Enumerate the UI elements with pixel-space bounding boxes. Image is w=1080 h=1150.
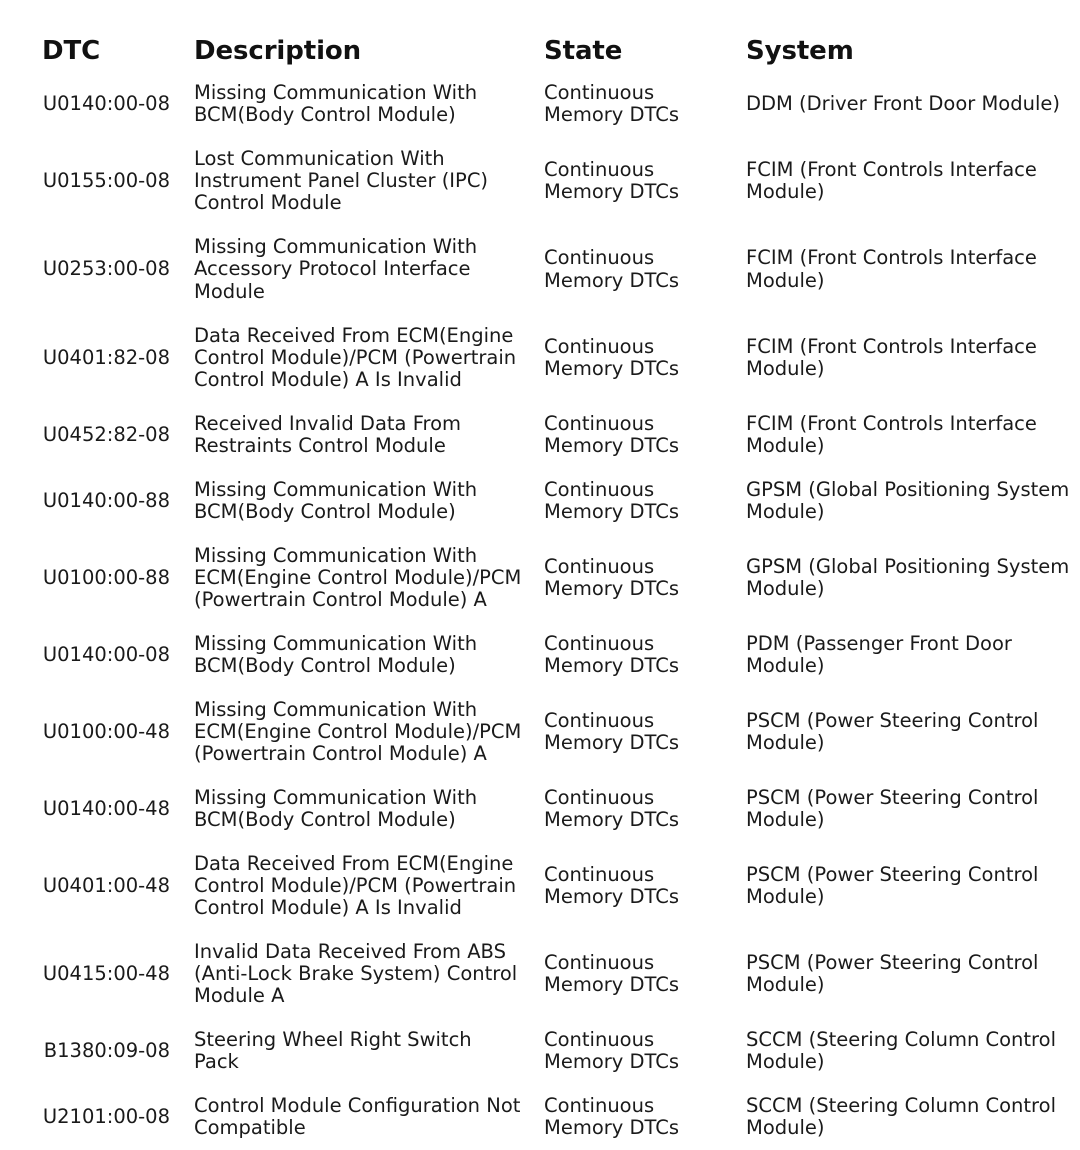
cell-description: Missing Communication With BCM(Body Cont… [194, 477, 478, 523]
cell-system: GPSM (Global Positioning System Module) [746, 477, 1070, 523]
column-header-state: State [544, 36, 623, 66]
table-header-row: DTC Description State System [0, 0, 1080, 71]
cell-system: FCIM (Front Controls Interface Module) [746, 158, 1037, 204]
cell-state: Continuous Memory DTCs [544, 81, 680, 127]
cell-description: Missing Communication With Accessory Pro… [194, 235, 478, 303]
cell-system: FCIM (Front Controls Interface Module) [746, 411, 1037, 457]
cell-system: SCCM (Steering Column Control Module) [746, 1094, 1056, 1140]
cell-dtc: U0100:00-48 [42, 719, 170, 743]
cell-description: Missing Communication With BCM(Body Cont… [194, 631, 478, 677]
column-header-description: Description [194, 36, 362, 66]
cell-state: Continuous Memory DTCs [544, 863, 680, 909]
table-row: U0401:00-48 Data Received From ECM(Engine… [0, 842, 1080, 930]
table-row: U0140:00-08 Missing Communication With BC… [0, 622, 1080, 688]
cell-description: Data Received From ECM(Engine Control Mo… [194, 323, 517, 391]
cell-description: Lost Communication With Instrument Panel… [194, 147, 489, 215]
cell-state: Continuous Memory DTCs [544, 554, 680, 600]
cell-dtc: U0100:00-88 [42, 565, 170, 589]
cell-system: DDM (Driver Front Door Module) [746, 92, 1060, 116]
cell-description: Control Module Configuration Not Compati… [194, 1094, 521, 1140]
cell-system: SCCM (Steering Column Control Module) [746, 1028, 1056, 1074]
cell-state: Continuous Memory DTCs [544, 786, 680, 832]
cell-dtc: U0140:00-08 [42, 642, 170, 666]
cell-system: PSCM (Power Steering Control Module) [746, 708, 1039, 754]
cell-system: GPSM (Global Positioning System Module) [746, 554, 1070, 600]
cell-dtc: B1380:09-08 [43, 1039, 170, 1063]
table-row: U0100:00-88 Missing Communication With EC… [0, 534, 1080, 622]
cell-state: Continuous Memory DTCs [544, 951, 680, 997]
cell-state: Continuous Memory DTCs [544, 1028, 680, 1074]
cell-dtc: U0140:00-88 [42, 488, 170, 512]
cell-dtc: U0140:00-48 [42, 797, 170, 821]
cell-dtc: U0140:00-08 [42, 92, 170, 116]
table-row: U2101:00-08 Control Module Configuration … [0, 1084, 1080, 1150]
table-row: B1380:09-08 Steering Wheel Right Switch P… [0, 1018, 1080, 1084]
cell-state: Continuous Memory DTCs [544, 708, 680, 754]
cell-state: Continuous Memory DTCs [544, 334, 680, 380]
cell-dtc: U0415:00-48 [42, 962, 170, 986]
table-body: U0140:00-08 Missing Communication With BC… [0, 71, 1080, 1150]
cell-description: Missing Communication With BCM(Body Cont… [194, 81, 478, 127]
cell-description: Missing Communication With ECM(Engine Co… [194, 543, 522, 611]
cell-state: Continuous Memory DTCs [544, 631, 680, 677]
cell-description: Invalid Data Received From ABS (Anti-Loc… [194, 940, 518, 1008]
cell-state: Continuous Memory DTCs [544, 477, 680, 523]
cell-system: PSCM (Power Steering Control Module) [746, 786, 1039, 832]
cell-description: Steering Wheel Right Switch Pack [194, 1028, 472, 1074]
cell-dtc: U0253:00-08 [42, 257, 170, 281]
column-header-system: System [746, 36, 854, 66]
cell-state: Continuous Memory DTCs [544, 411, 680, 457]
dtc-table: DTC Description State System U0140:00-08… [0, 0, 1080, 1150]
cell-description: Received Invalid Data From Restraints Co… [194, 411, 462, 457]
table-row: U0100:00-48 Missing Communication With EC… [0, 688, 1080, 776]
table-row: U0415:00-48 Invalid Data Received From AB… [0, 930, 1080, 1018]
table-row: U0452:82-08 Received Invalid Data From Re… [0, 402, 1080, 468]
cell-dtc: U0452:82-08 [42, 422, 170, 446]
cell-description: Data Received From ECM(Engine Control Mo… [194, 852, 517, 920]
table-header: DTC Description State System [0, 0, 1080, 71]
column-header-dtc: DTC [42, 36, 101, 66]
cell-system: PSCM (Power Steering Control Module) [746, 951, 1039, 997]
cell-dtc: U0401:82-08 [42, 345, 170, 369]
cell-system: PDM (Passenger Front Door Module) [746, 631, 1012, 677]
cell-system: FCIM (Front Controls Interface Module) [746, 334, 1037, 380]
cell-dtc: U2101:00-08 [42, 1105, 170, 1129]
table-row: U0140:00-48 Missing Communication With BC… [0, 776, 1080, 842]
table-row: U0155:00-08 Lost Communication With Instr… [0, 137, 1080, 225]
table-row: U0253:00-08 Missing Communication With Ac… [0, 225, 1080, 313]
cell-system: FCIM (Front Controls Interface Module) [746, 246, 1037, 292]
cell-dtc: U0155:00-08 [42, 169, 170, 193]
table-row: U0140:00-88 Missing Communication With BC… [0, 468, 1080, 534]
cell-state: Continuous Memory DTCs [544, 246, 680, 292]
cell-state: Continuous Memory DTCs [544, 1094, 680, 1140]
cell-state: Continuous Memory DTCs [544, 158, 680, 204]
cell-description: Missing Communication With BCM(Body Cont… [194, 786, 478, 832]
cell-description: Missing Communication With ECM(Engine Co… [194, 697, 522, 765]
table-row: U0140:00-08 Missing Communication With BC… [0, 71, 1080, 137]
table-row: U0401:82-08 Data Received From ECM(Engine… [0, 314, 1080, 402]
cell-system: PSCM (Power Steering Control Module) [746, 863, 1039, 909]
cell-dtc: U0401:00-48 [42, 874, 170, 898]
dtc-report-page: DTC Description State System U0140:00-08… [0, 0, 1080, 1139]
